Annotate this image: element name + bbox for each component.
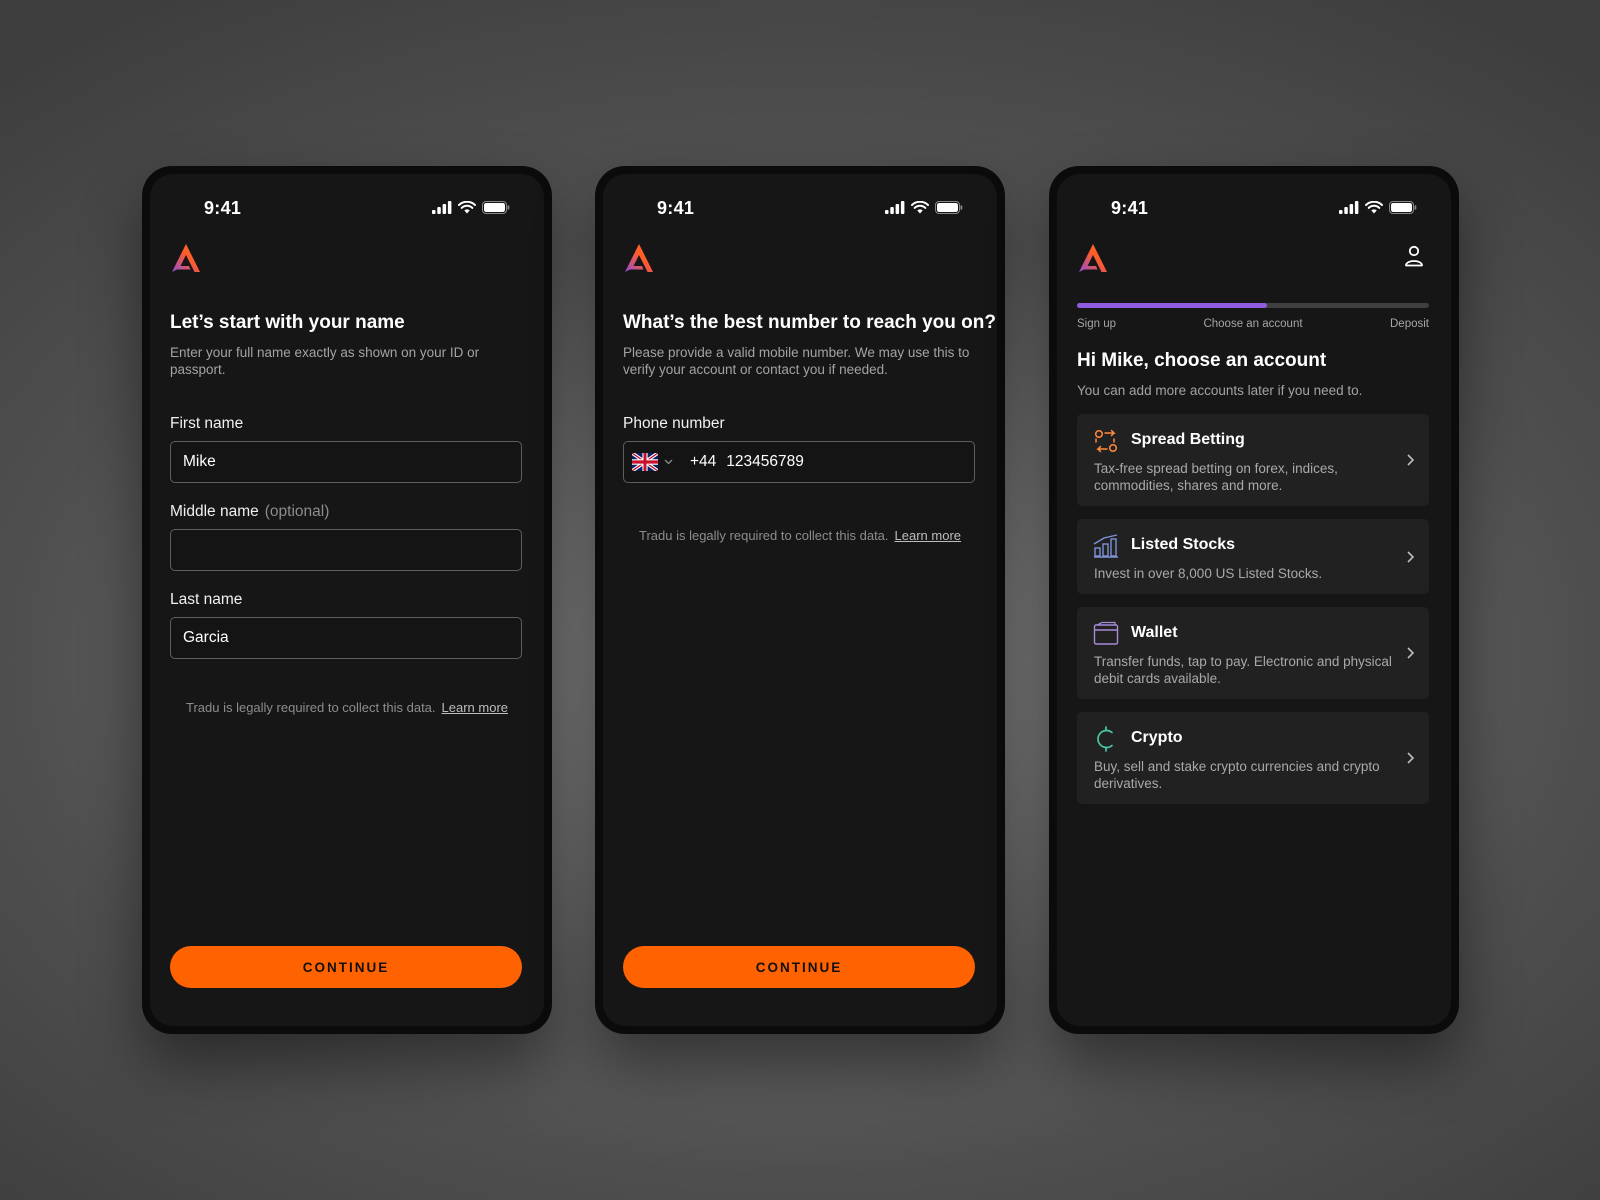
chevron-right-icon (1407, 454, 1415, 466)
battery-icon (482, 201, 510, 214)
account-card-wallet[interactable]: Wallet Transfer funds, tap to pay. Elect… (1077, 607, 1429, 699)
phone-name-screen: 9:41 Let’s start with your name Enter yo… (142, 166, 552, 1034)
page-subtitle: Please provide a valid mobile number. We… (623, 345, 970, 377)
card-title: Crypto (1131, 729, 1183, 746)
progress-bar (1077, 303, 1429, 308)
screen: 9:41 Sign up Choose an account Deposit H… (1057, 174, 1451, 1026)
phone-number-screen: 9:41 What’s the best number to reach you… (595, 166, 1005, 1034)
chevron-down-icon (664, 459, 673, 465)
signal-icon (432, 201, 452, 214)
card-title: Spread Betting (1131, 431, 1245, 448)
crypto-icon (1097, 726, 1113, 752)
status-bar: 9:41 (1057, 198, 1451, 220)
step-deposit: Deposit (1390, 318, 1429, 330)
wallet-icon (1093, 621, 1119, 645)
battery-icon (935, 201, 963, 214)
continue-button[interactable]: CONTINUE (170, 946, 522, 988)
card-title: Listed Stocks (1131, 536, 1236, 553)
wifi-icon (911, 201, 929, 214)
step-sign-up: Sign up (1077, 318, 1117, 330)
middle-name-label-text: Middle name (170, 503, 259, 520)
page-title: Hi Mike, choose an account (1077, 350, 1327, 371)
first-name-input[interactable] (170, 441, 522, 483)
page-title: What’s the best number to reach you on? (623, 312, 996, 333)
dial-code: +44 (690, 453, 717, 470)
phone-number-label: Phone number (623, 415, 725, 432)
legal-text: Tradu is legally required to collect thi… (638, 528, 889, 543)
card-description: Transfer funds, tap to pay. Electronic a… (1094, 654, 1392, 686)
account-card-listed-stocks[interactable]: Listed Stocks Invest in over 8,000 US Li… (1077, 519, 1429, 594)
middle-name-label: Middle name (optional) (170, 503, 329, 521)
legal-notice: Tradu is legally required to collect thi… (603, 528, 997, 543)
progress-steps: Sign up Choose an account Deposit (1077, 318, 1429, 332)
phone-number-input[interactable] (716, 453, 974, 471)
spread-betting-icon (1094, 429, 1118, 453)
wifi-icon (458, 201, 476, 214)
phone-number-field: +44 (623, 441, 975, 483)
page-subtitle: Enter your full name exactly as shown on… (170, 345, 480, 377)
middle-name-input[interactable] (170, 529, 522, 571)
status-bar: 9:41 (603, 198, 997, 220)
country-code-select[interactable] (624, 442, 688, 482)
card-description: Invest in over 8,000 US Listed Stocks. (1094, 566, 1323, 581)
uk-flag-icon (632, 453, 658, 471)
phone-account-screen: 9:41 Sign up Choose an account Deposit H… (1049, 166, 1459, 1034)
profile-icon[interactable] (1403, 244, 1425, 268)
signal-icon (1339, 201, 1359, 214)
signal-icon (885, 201, 905, 214)
optional-tag: (optional) (264, 503, 330, 520)
card-description: Buy, sell and stake crypto currencies an… (1094, 759, 1380, 791)
account-card-spread-betting[interactable]: Spread Betting Tax-free spread betting o… (1077, 414, 1429, 506)
card-title: Wallet (1131, 624, 1178, 641)
legal-text: Tradu is legally required to collect thi… (185, 700, 436, 715)
status-time: 9:41 (657, 198, 695, 218)
learn-more-link[interactable]: Learn more (895, 528, 961, 543)
legal-notice: Tradu is legally required to collect thi… (150, 700, 544, 715)
account-card-crypto[interactable]: Crypto Buy, sell and stake crypto curren… (1077, 712, 1429, 804)
status-time: 9:41 (1111, 198, 1149, 218)
listed-stocks-icon (1093, 534, 1118, 558)
step-choose-account: Choose an account (1203, 318, 1303, 330)
wifi-icon (1365, 201, 1383, 214)
learn-more-link[interactable]: Learn more (442, 700, 508, 715)
tradu-logo-icon (172, 244, 200, 272)
page-title: Let’s start with your name (170, 312, 405, 333)
first-name-label: First name (170, 415, 244, 432)
chevron-right-icon (1407, 752, 1415, 764)
continue-button[interactable]: CONTINUE (623, 946, 975, 988)
last-name-label: Last name (170, 591, 243, 608)
card-description: Tax-free spread betting on forex, indice… (1094, 461, 1338, 493)
screen: 9:41 What’s the best number to reach you… (603, 174, 997, 1026)
status-time: 9:41 (204, 198, 242, 218)
screen: 9:41 Let’s start with your name Enter yo… (150, 174, 544, 1026)
progress-fill (1077, 303, 1268, 308)
chevron-right-icon (1407, 551, 1415, 563)
last-name-input[interactable] (170, 617, 522, 659)
chevron-right-icon (1407, 647, 1415, 659)
battery-icon (1389, 201, 1417, 214)
page-subtitle: You can add more accounts later if you n… (1077, 383, 1363, 398)
status-bar: 9:41 (150, 198, 544, 220)
tradu-logo-icon (625, 244, 653, 272)
tradu-logo-icon (1079, 244, 1107, 272)
